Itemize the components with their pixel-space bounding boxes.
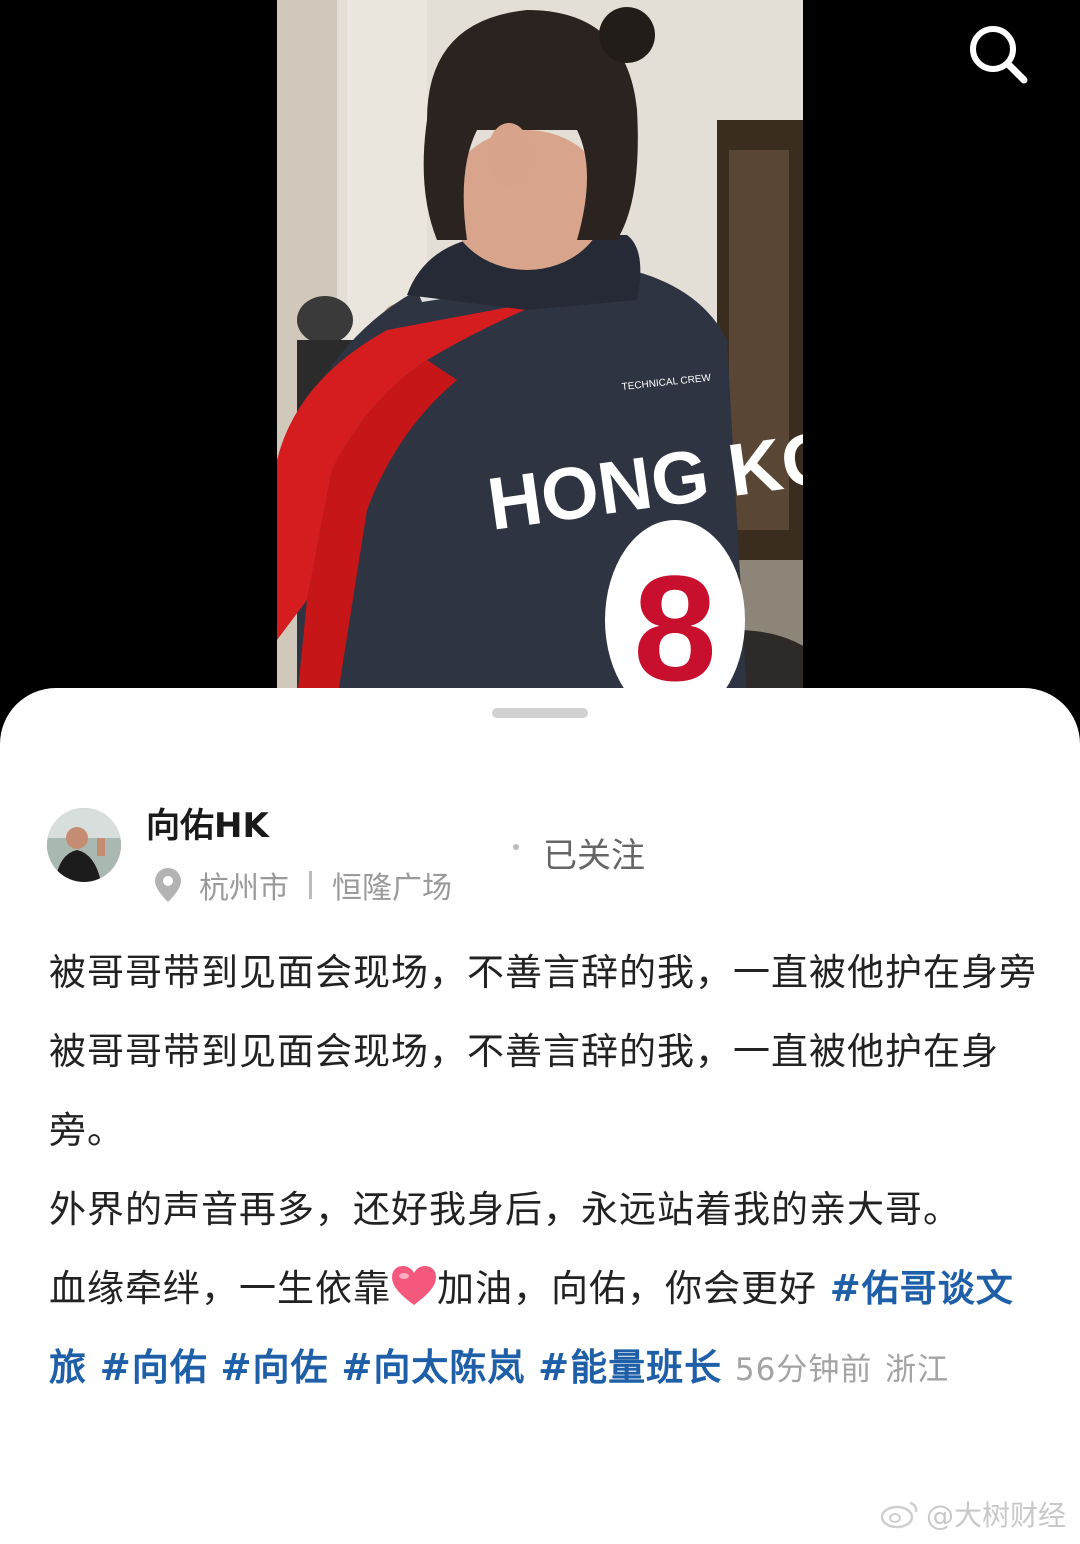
hashtag[interactable]: #能量班长 (538, 1346, 722, 1389)
location-place: 恒隆广场 (332, 871, 452, 906)
follow-button[interactable]: 已关注 (543, 828, 645, 877)
hashtag[interactable]: #向佑 (100, 1346, 208, 1389)
location-city: 杭州市 (199, 871, 289, 906)
weibo-logo-icon (880, 1501, 918, 1529)
location-divider (309, 871, 312, 899)
post-paragraph-3: 血缘牵绊，一生依靠 加油，向佑，你会更好 #佑哥谈文旅 #向佑 #向佐 #向太陈岚… (49, 1266, 1014, 1389)
video-player[interactable]: 8 HONG KON TECHNICAL CREW (277, 0, 803, 700)
location[interactable]: 杭州市 恒隆广场 (155, 863, 452, 907)
post-sheet: 向佑HK 已关注 杭州市 恒隆广场 被哥哥带到见面会现场，不善言辞的我，一直被他… (0, 688, 1080, 1544)
heart-emoji-icon (392, 1266, 436, 1305)
post-paragraph-2: 外界的声音再多，还好我身后，永远站着我的亲大哥。 (49, 1188, 961, 1231)
hashtag[interactable]: #向太陈岚 (341, 1346, 525, 1389)
author-name[interactable]: 向佑HK (146, 798, 269, 847)
hashtag[interactable]: #向佐 (221, 1346, 329, 1389)
post-paragraph-1: 被哥哥带到见面会现场，不善言辞的我，一直被他护在身旁 被哥哥带到见面会现场，不善… (49, 951, 1037, 1152)
search-button[interactable] (966, 22, 1030, 86)
separator-dot (513, 844, 519, 850)
drag-handle[interactable] (492, 708, 588, 718)
video-frame: 8 HONG KON TECHNICAL CREW (277, 0, 803, 700)
post-time: 56分钟前 (734, 1352, 873, 1388)
avatar[interactable] (47, 808, 121, 882)
search-icon (970, 26, 1028, 84)
location-pin-icon (155, 868, 181, 902)
post-body: 被哥哥带到见面会现场，不善言辞的我，一直被他护在身旁 被哥哥带到见面会现场，不善… (49, 933, 1039, 1410)
post-region: 浙江 (885, 1352, 950, 1388)
jersey-number: 8 (633, 544, 716, 700)
watermark: @大树财经 (880, 1494, 1066, 1534)
